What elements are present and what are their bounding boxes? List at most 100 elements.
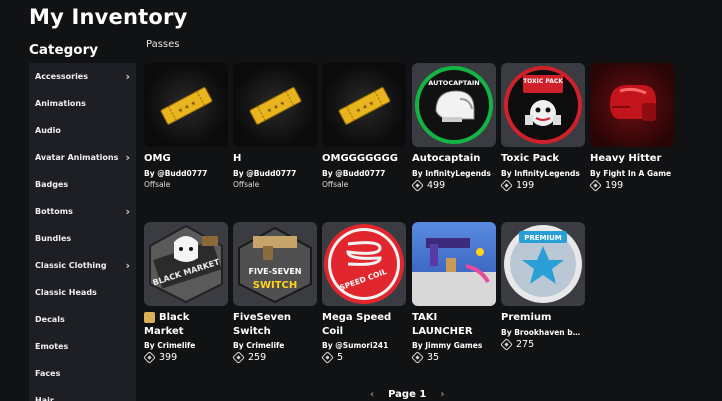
section-label-passes: Passes	[146, 39, 180, 50]
pass-status: Offsale	[144, 179, 171, 189]
pass-name: Black Market	[144, 311, 190, 337]
pass-name: OMG	[144, 153, 171, 164]
sidebar-item[interactable]: Bottoms ›	[29, 198, 136, 225]
pass-card[interactable]: FIVE-SEVEN SWITCH FiveSeven Switch By Cri…	[232, 222, 317, 364]
sidebar-item-label: Decals	[35, 315, 65, 324]
category-heading: Category	[29, 42, 99, 58]
next-page-button[interactable]: ›	[440, 389, 444, 400]
speed-coil-icon: SPEED COIL	[324, 224, 404, 304]
launcher-icon	[412, 238, 496, 306]
person-badge-icon	[144, 311, 155, 323]
pass-name: H	[233, 153, 242, 164]
pass-creator[interactable]: By InfinityLegends	[412, 169, 496, 178]
pass-creator[interactable]: By Crimelife	[144, 341, 228, 350]
pass-price: 199	[589, 178, 674, 192]
chevron-right-icon: ›	[125, 70, 130, 83]
boxing-glove-icon	[610, 85, 656, 121]
pass-card[interactable]: ★ ★ ★ H By @Budd0777 Offsale	[233, 63, 317, 189]
sidebar-item-label: Emotes	[35, 342, 69, 351]
pass-card[interactable]: TAKI LAUNCHER By Jimmy Games 35	[411, 222, 496, 364]
pass-name: Mega Speed Coil	[322, 312, 392, 337]
pass-creator[interactable]: By Jimmy Games	[412, 341, 496, 350]
sidebar-item[interactable]: Emotes	[29, 333, 136, 360]
pass-card[interactable]: AUTOCAPTAIN Autocaptain By InfinityLegend…	[411, 63, 496, 192]
pass-creator[interactable]: By @Budd0777	[144, 169, 228, 178]
pass-creator[interactable]: By @Sumori241	[322, 341, 406, 350]
pass-card[interactable]: ★ ★ ★ OMGGGGGGG By @Budd0777 Offsale	[322, 63, 406, 189]
pass-card[interactable]: BLACK MARKET Black Market By Crimelife 399	[143, 222, 228, 364]
svg-text:PREMIUM: PREMIUM	[524, 234, 562, 242]
pass-name: Heavy Hitter	[590, 153, 662, 164]
pass-status: Offsale	[233, 179, 260, 189]
robux-icon	[411, 178, 424, 192]
pass-price: 259	[232, 351, 317, 364]
pistol-switch-icon: FIVE-SEVEN SWITCH	[238, 226, 312, 304]
pass-card[interactable]: Heavy Hitter By Fight In A Game 199	[589, 63, 674, 192]
sidebar-item-label: Classic Clothing	[35, 261, 107, 270]
robux-icon	[143, 351, 156, 364]
sidebar-item[interactable]: Decals	[29, 306, 136, 333]
sidebar-item-label: Bottoms	[35, 207, 73, 216]
pass-card[interactable]: ★ ★ ★ OMG By @Budd0777 Offsale	[144, 63, 228, 189]
pass-card[interactable]: TOXIC PACK Toxic Pack By InfinityLegends 1…	[500, 63, 585, 192]
pagination: ‹ Page 1 ›	[370, 389, 444, 400]
chevron-right-icon: ›	[125, 151, 130, 164]
ticket-icon: ★ ★ ★	[249, 87, 302, 125]
robux-icon	[411, 351, 424, 364]
sidebar-item-label: Bundles	[35, 234, 72, 243]
pass-price: 5	[321, 351, 406, 364]
pass-name: FiveSeven Switch	[233, 312, 291, 337]
sidebar-item-label: Hair	[35, 396, 54, 401]
sidebar-item[interactable]: Animations	[29, 90, 136, 117]
pass-price: 275	[500, 337, 585, 351]
pass-creator[interactable]: By Fight In A Game	[590, 169, 674, 178]
toxic-pack-icon: TOXIC PACK	[504, 66, 582, 144]
chevron-right-icon: ›	[125, 205, 130, 218]
svg-text:SWITCH: SWITCH	[253, 280, 297, 291]
sidebar-item[interactable]: Badges	[29, 171, 136, 198]
pass-name: TAKI LAUNCHER	[412, 312, 473, 337]
robux-icon	[500, 178, 513, 192]
pass-status: Offsale	[322, 179, 349, 189]
pass-creator[interactable]: By Brookhaven by V...	[501, 328, 585, 337]
pass-creator[interactable]: By Crimelife	[233, 341, 317, 350]
sidebar-item-label: Accessories	[35, 72, 88, 81]
sidebar-item[interactable]: Faces	[29, 360, 136, 387]
pass-creator[interactable]: By @Budd0777	[322, 169, 406, 178]
pass-price: 199	[500, 178, 585, 192]
sidebar-item[interactable]: Audio	[29, 117, 136, 144]
sidebar-item[interactable]: Avatar Animations ›	[29, 144, 136, 171]
sidebar-item-label: Animations	[35, 99, 86, 108]
svg-text:AUTOCAPTAIN: AUTOCAPTAIN	[428, 79, 479, 87]
robux-icon	[589, 178, 602, 192]
chevron-right-icon: ›	[125, 259, 130, 272]
pass-card[interactable]: SPEED COIL Mega Speed Coil By @Sumori241 5	[321, 222, 406, 364]
sidebar-item-label: Faces	[35, 369, 61, 378]
robux-icon	[232, 351, 245, 364]
black-market-icon: BLACK MARKET	[149, 224, 223, 304]
pass-creator[interactable]: By @Budd0777	[233, 169, 317, 178]
sidebar-item[interactable]: Classic Clothing ›	[29, 252, 136, 279]
pass-creator[interactable]: By InfinityLegends	[501, 169, 585, 178]
pass-name: Autocaptain	[412, 153, 481, 164]
sidebar-item-label: Audio	[35, 126, 61, 135]
sidebar-item-label: Avatar Animations	[35, 153, 119, 162]
category-sidebar: Accessories › Animations Audio Avatar Animat…	[29, 63, 136, 401]
sidebar-item[interactable]: Accessories ›	[29, 63, 136, 90]
page-title: My Inventory	[29, 5, 188, 29]
prev-page-button[interactable]: ‹	[370, 389, 374, 400]
ticket-icon: ★ ★ ★	[338, 87, 391, 125]
pass-price: 399	[143, 351, 228, 364]
pass-name: Premium	[501, 312, 552, 323]
pass-name: Toxic Pack	[501, 153, 560, 164]
page-indicator: Page 1	[388, 389, 427, 400]
sidebar-item[interactable]: Hair	[29, 387, 136, 401]
autocaptain-badge-icon: AUTOCAPTAIN	[415, 66, 493, 144]
svg-text:TOXIC PACK: TOXIC PACK	[523, 78, 563, 85]
pass-price: 35	[411, 351, 496, 364]
pass-card[interactable]: PREMIUM Premium By Brookhaven by V... 275	[500, 222, 585, 351]
robux-icon	[500, 337, 513, 351]
robux-icon	[321, 351, 334, 364]
sidebar-item[interactable]: Classic Heads	[29, 279, 136, 306]
sidebar-item[interactable]: Bundles	[29, 225, 136, 252]
